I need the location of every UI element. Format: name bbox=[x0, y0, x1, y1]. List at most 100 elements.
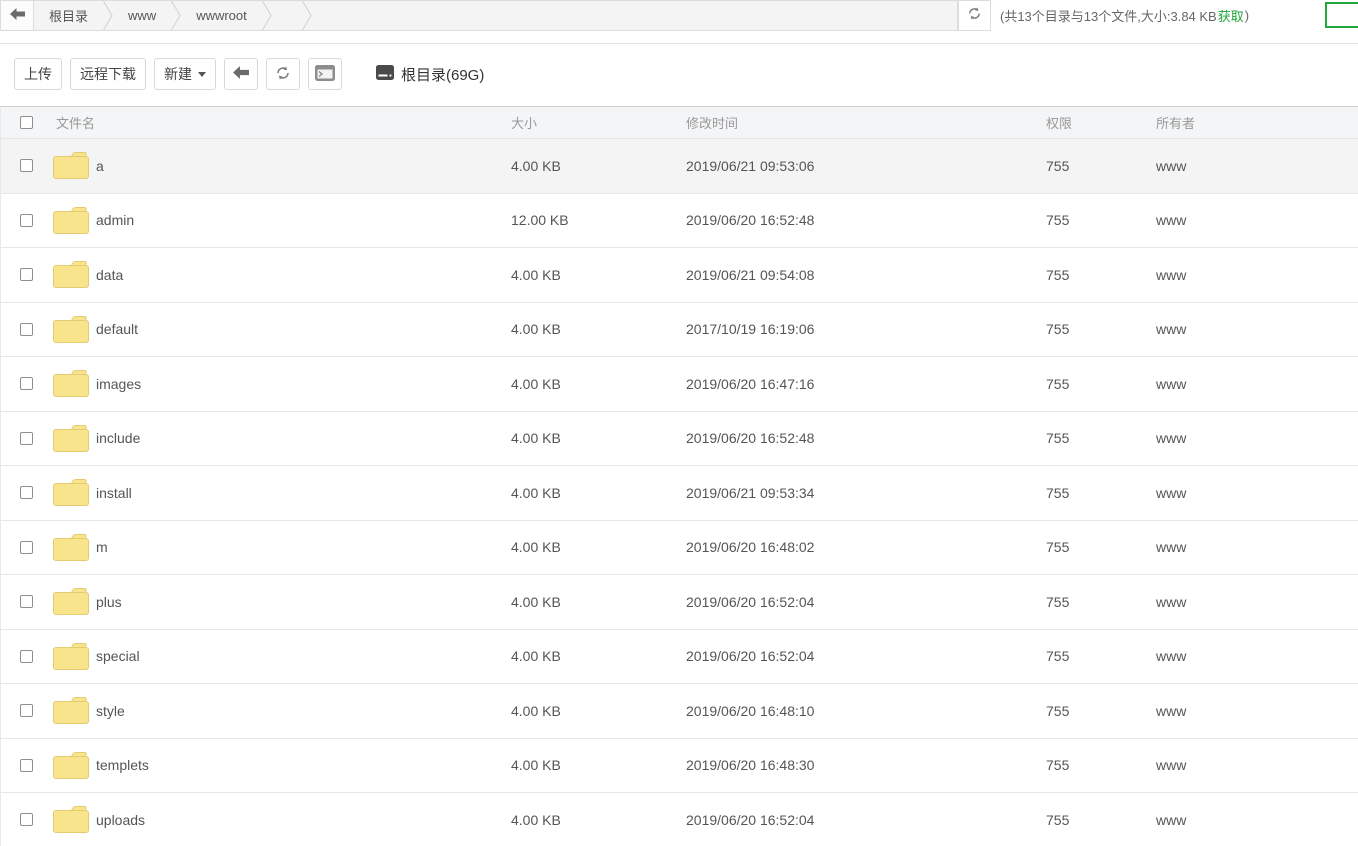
table-row[interactable]: uploads 4.00 KB 2019/06/20 16:52:04 755 … bbox=[1, 793, 1358, 846]
table-row[interactable]: special 4.00 KB 2019/06/20 16:52:04 755 … bbox=[1, 630, 1358, 685]
back-button[interactable] bbox=[1, 1, 34, 30]
back-arrow-icon bbox=[233, 66, 249, 82]
file-name[interactable]: default bbox=[96, 321, 138, 337]
row-checkbox[interactable] bbox=[20, 432, 33, 445]
breadcrumb-bar: 根目录 www wwwroot bbox=[0, 0, 958, 31]
row-checkbox[interactable] bbox=[20, 486, 33, 499]
path-refresh-button[interactable] bbox=[958, 0, 991, 31]
folder-icon[interactable] bbox=[53, 370, 89, 397]
file-owner: www bbox=[1156, 430, 1358, 446]
file-owner: www bbox=[1156, 757, 1358, 773]
row-name-cell: admin bbox=[45, 207, 511, 234]
file-name[interactable]: uploads bbox=[96, 812, 145, 828]
row-checkbox[interactable] bbox=[20, 813, 33, 826]
folder-icon[interactable] bbox=[53, 588, 89, 615]
table-row[interactable]: m 4.00 KB 2019/06/20 16:48:02 755 www bbox=[1, 521, 1358, 576]
header-size[interactable]: 大小 bbox=[511, 113, 686, 132]
row-checkbox[interactable] bbox=[20, 159, 33, 172]
breadcrumb-chevron-icon bbox=[103, 1, 113, 30]
folder-icon[interactable] bbox=[53, 425, 89, 452]
file-perm: 755 bbox=[1046, 430, 1156, 446]
header-name[interactable]: 文件名 bbox=[45, 113, 511, 132]
row-checkbox[interactable] bbox=[20, 214, 33, 227]
row-checkbox[interactable] bbox=[20, 268, 33, 281]
row-checkbox[interactable] bbox=[20, 704, 33, 717]
row-checkbox-cell bbox=[1, 432, 45, 445]
file-name[interactable]: data bbox=[96, 267, 123, 283]
file-mtime: 2019/06/20 16:52:04 bbox=[686, 594, 1046, 610]
file-perm: 755 bbox=[1046, 321, 1156, 337]
terminal-button[interactable] bbox=[308, 58, 342, 90]
select-all-checkbox[interactable] bbox=[20, 116, 33, 129]
file-name[interactable]: style bbox=[96, 703, 125, 719]
file-owner: www bbox=[1156, 485, 1358, 501]
new-dropdown-label: 新建 bbox=[164, 64, 192, 84]
folder-icon[interactable] bbox=[53, 752, 89, 779]
table-row[interactable]: data 4.00 KB 2019/06/21 09:54:08 755 www bbox=[1, 248, 1358, 303]
file-owner: www bbox=[1156, 212, 1358, 228]
row-checkbox-cell bbox=[1, 159, 45, 172]
file-name[interactable]: plus bbox=[96, 594, 122, 610]
folder-icon[interactable] bbox=[53, 261, 89, 288]
table-row[interactable]: images 4.00 KB 2019/06/20 16:47:16 755 w… bbox=[1, 357, 1358, 412]
upload-button[interactable]: 上传 bbox=[14, 58, 62, 90]
folder-icon[interactable] bbox=[53, 207, 89, 234]
refresh-button[interactable] bbox=[266, 58, 300, 90]
folder-icon[interactable] bbox=[53, 806, 89, 833]
row-name-cell: style bbox=[45, 697, 511, 724]
table-row[interactable]: include 4.00 KB 2019/06/20 16:52:48 755 … bbox=[1, 412, 1358, 467]
header-owner[interactable]: 所有者 bbox=[1156, 113, 1358, 132]
file-name[interactable]: images bbox=[96, 376, 141, 392]
breadcrumb-chevron-icon bbox=[171, 1, 181, 30]
row-checkbox[interactable] bbox=[20, 377, 33, 390]
new-dropdown-button[interactable]: 新建 bbox=[154, 58, 216, 90]
file-name[interactable]: templets bbox=[96, 757, 149, 773]
table-row[interactable]: templets 4.00 KB 2019/06/20 16:48:30 755… bbox=[1, 739, 1358, 794]
header-mtime[interactable]: 修改时间 bbox=[686, 113, 1046, 132]
search-input[interactable] bbox=[1325, 2, 1358, 28]
file-name[interactable]: install bbox=[96, 485, 132, 501]
row-checkbox[interactable] bbox=[20, 541, 33, 554]
go-back-button[interactable] bbox=[224, 58, 258, 90]
table-row[interactable]: default 4.00 KB 2017/10/19 16:19:06 755 … bbox=[1, 303, 1358, 358]
get-size-link[interactable]: 获取 bbox=[1218, 6, 1244, 25]
terminal-icon bbox=[315, 65, 335, 84]
breadcrumb-item[interactable] bbox=[272, 1, 312, 30]
file-name[interactable]: a bbox=[96, 158, 104, 174]
folder-icon[interactable] bbox=[53, 697, 89, 724]
breadcrumb-item[interactable]: www bbox=[113, 1, 181, 30]
file-owner: www bbox=[1156, 812, 1358, 828]
folder-icon[interactable] bbox=[53, 479, 89, 506]
file-perm: 755 bbox=[1046, 267, 1156, 283]
file-mtime: 2019/06/21 09:54:08 bbox=[686, 267, 1046, 283]
row-checkbox[interactable] bbox=[20, 323, 33, 336]
table-row[interactable]: plus 4.00 KB 2019/06/20 16:52:04 755 www bbox=[1, 575, 1358, 630]
file-size: 4.00 KB bbox=[511, 812, 686, 828]
disk-info[interactable]: 根目录(69G) bbox=[376, 64, 484, 85]
file-owner: www bbox=[1156, 158, 1358, 174]
file-name[interactable]: admin bbox=[96, 212, 134, 228]
file-name[interactable]: special bbox=[96, 648, 140, 664]
file-name[interactable]: m bbox=[96, 539, 108, 555]
folder-icon[interactable] bbox=[53, 152, 89, 179]
breadcrumb-item[interactable]: wwwroot bbox=[181, 1, 272, 30]
row-checkbox[interactable] bbox=[20, 595, 33, 608]
file-name[interactable]: include bbox=[96, 430, 140, 446]
table-row[interactable]: a 4.00 KB 2019/06/21 09:53:06 755 www bbox=[1, 139, 1358, 194]
row-checkbox[interactable] bbox=[20, 650, 33, 663]
folder-icon[interactable] bbox=[53, 534, 89, 561]
file-perm: 755 bbox=[1046, 648, 1156, 664]
file-owner: www bbox=[1156, 267, 1358, 283]
folder-icon[interactable] bbox=[53, 643, 89, 670]
table-row[interactable]: install 4.00 KB 2019/06/21 09:53:34 755 … bbox=[1, 466, 1358, 521]
table-row[interactable]: style 4.00 KB 2019/06/20 16:48:10 755 ww… bbox=[1, 684, 1358, 739]
breadcrumb-item-label: wwwroot bbox=[181, 8, 262, 23]
remote-download-button[interactable]: 远程下载 bbox=[70, 58, 146, 90]
folder-icon[interactable] bbox=[53, 316, 89, 343]
hard-drive-icon bbox=[376, 65, 401, 84]
breadcrumb-item[interactable]: 根目录 bbox=[34, 1, 113, 30]
table-row[interactable]: admin 12.00 KB 2019/06/20 16:52:48 755 w… bbox=[1, 194, 1358, 249]
file-mtime: 2019/06/20 16:48:10 bbox=[686, 703, 1046, 719]
row-checkbox[interactable] bbox=[20, 759, 33, 772]
header-perm[interactable]: 权限 bbox=[1046, 113, 1156, 132]
